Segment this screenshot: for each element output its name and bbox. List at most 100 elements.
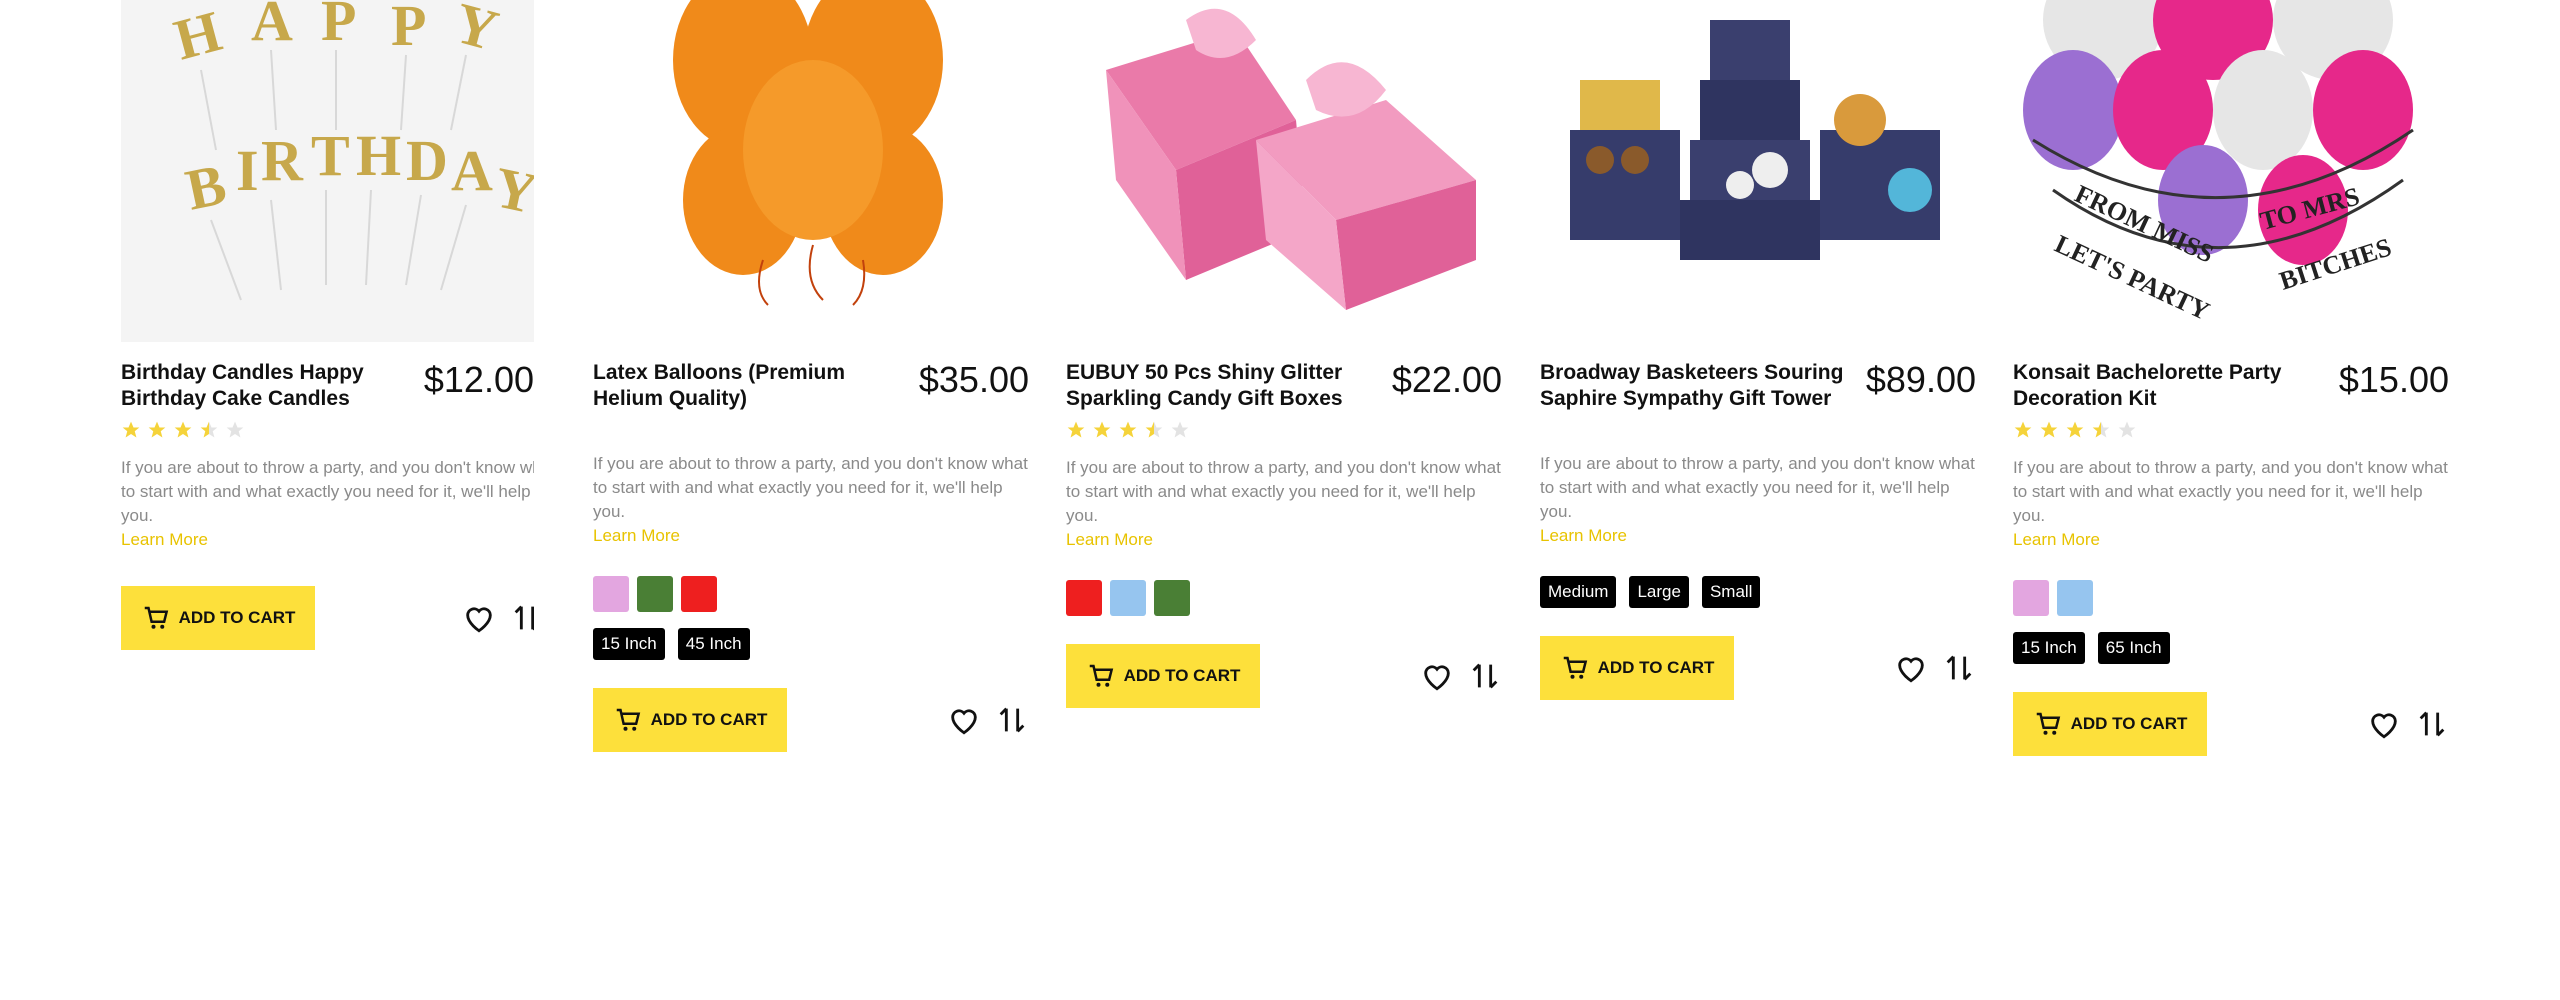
svg-text:H: H <box>356 123 401 188</box>
color-swatch-red[interactable] <box>681 576 717 612</box>
svg-text:T: T <box>311 123 350 188</box>
svg-text:P: P <box>321 0 356 53</box>
compare-icon[interactable] <box>2415 707 2449 741</box>
svg-text:D: D <box>406 128 448 193</box>
star-empty-icon <box>2118 421 2136 438</box>
pink-gift-boxes-image[interactable] <box>1066 0 1502 342</box>
product-description: If you are about to throw a party, and y… <box>1540 454 1975 521</box>
size-option[interactable]: Medium <box>1540 576 1617 608</box>
product-title[interactable]: Birthday Candles Happy Birthday Cake Can… <box>121 360 424 412</box>
learn-more-link[interactable]: Learn More <box>121 528 208 552</box>
add-to-cart-button[interactable]: ADD TO CART <box>1066 644 1260 708</box>
add-to-cart-label: ADD TO CART <box>1123 666 1241 685</box>
size-option[interactable]: 15 Inch <box>593 628 665 660</box>
add-to-cart-button[interactable]: ADD TO CART <box>121 586 315 650</box>
birthday-candles-image[interactable]: H A P P Y B I R T H D A Y <box>121 0 534 342</box>
product-card: Broadway Basketeers Souring Saphire Symp… <box>1540 0 1976 700</box>
product-price: $35.00 <box>918 359 1029 400</box>
product-card: H A P P Y B I R T H D A Y Birthday Candl… <box>121 0 534 650</box>
rating-stars <box>1066 420 1502 444</box>
product-row: H A P P Y B I R T H D A Y Birthday Candl… <box>0 0 2560 1000</box>
product-description: If you are about to throw a party, and y… <box>121 458 534 525</box>
add-to-cart-label: ADD TO CART <box>178 608 296 627</box>
heart-icon[interactable] <box>462 601 496 635</box>
product-price: $15.00 <box>2338 359 2449 400</box>
size-option[interactable]: 45 Inch <box>677 628 750 660</box>
size-option[interactable]: 15 Inch <box>2013 632 2085 664</box>
learn-more-link[interactable]: Learn More <box>2013 528 2100 552</box>
heart-icon[interactable] <box>947 703 981 737</box>
product-title[interactable]: Latex Balloons (Premium Helium Quality) <box>593 360 913 412</box>
product-price: $22.00 <box>1391 359 1502 400</box>
product-title[interactable]: Broadway Basketeers Souring Saphire Symp… <box>1540 360 1860 412</box>
add-to-cart-button[interactable]: ADD TO CART <box>593 688 787 752</box>
gift-tower-image[interactable] <box>1540 0 1976 342</box>
learn-more-link[interactable]: Learn More <box>1540 524 1627 548</box>
product-description: If you are about to throw a party, and y… <box>2013 458 2448 525</box>
product-price: $12.00 <box>423 359 534 400</box>
add-to-cart-button[interactable]: ADD TO CART <box>1540 636 1734 700</box>
add-to-cart-button[interactable]: ADD TO CART <box>2013 692 2207 756</box>
color-swatch-pink[interactable] <box>593 576 629 612</box>
star-full-icon <box>2040 421 2058 438</box>
size-option[interactable]: Large <box>1629 576 1689 608</box>
color-swatch-pink[interactable] <box>2013 580 2049 616</box>
cart-icon <box>2036 712 2060 735</box>
star-full-icon <box>174 421 192 438</box>
size-options: 15 Inch 65 Inch <box>2013 632 2449 664</box>
compare-icon[interactable] <box>995 703 1029 737</box>
star-half-icon <box>200 421 218 438</box>
color-swatches <box>593 576 1029 612</box>
size-option[interactable]: Small <box>1701 576 1761 608</box>
star-full-icon <box>2014 421 2032 438</box>
compare-icon[interactable] <box>510 601 534 635</box>
bachelorette-balloons-illustration: FROM MISS TO MRS LET'S PARTY BITCHES <box>2013 0 2449 342</box>
compare-icon[interactable] <box>1468 659 1502 693</box>
add-to-cart-label: ADD TO CART <box>1597 658 1715 677</box>
product-description: If you are about to throw a party, and y… <box>1066 458 1501 525</box>
star-full-icon <box>1119 421 1137 438</box>
pink-gift-boxes-illustration <box>1066 0 1502 342</box>
product-card: EUBUY 50 Pcs Shiny Glitter Sparkling Can… <box>1066 0 1502 708</box>
color-swatch-blue[interactable] <box>1110 580 1146 616</box>
cart-icon <box>616 708 640 731</box>
star-full-icon <box>148 421 166 438</box>
color-swatch-blue[interactable] <box>2057 580 2093 616</box>
heart-icon[interactable] <box>1420 659 1454 693</box>
product-title[interactable]: EUBUY 50 Pcs Shiny Glitter Sparkling Can… <box>1066 360 1386 412</box>
add-to-cart-label: ADD TO CART <box>650 710 768 729</box>
star-empty-icon <box>1171 421 1189 438</box>
cart-icon <box>1089 664 1113 687</box>
bachelorette-balloons-image[interactable]: FROM MISS TO MRS LET'S PARTY BITCHES <box>2013 0 2449 342</box>
svg-text:I: I <box>236 138 259 203</box>
size-options: Medium Large Small <box>1540 576 1976 608</box>
color-swatch-green[interactable] <box>1154 580 1190 616</box>
gift-tower-illustration <box>1540 0 1976 342</box>
cart-icon <box>144 606 168 629</box>
size-option[interactable]: 65 Inch <box>2097 632 2170 664</box>
product-title[interactable]: Konsait Bachelorette Party Decoration Ki… <box>2013 360 2333 412</box>
star-half-icon <box>2092 421 2110 438</box>
star-empty-icon <box>226 421 244 438</box>
heart-icon[interactable] <box>2367 707 2401 741</box>
rating-stars <box>2013 420 2449 444</box>
heart-icon[interactable] <box>1894 651 1928 685</box>
orange-balloons-image[interactable] <box>593 0 1029 342</box>
color-swatch-red[interactable] <box>1066 580 1102 616</box>
star-half-icon <box>1145 421 1163 438</box>
color-swatches <box>1066 580 1502 616</box>
svg-text:A: A <box>451 138 493 203</box>
product-description: If you are about to throw a party, and y… <box>593 454 1028 521</box>
rating-stars <box>121 420 534 444</box>
birthday-candles-illustration: H A P P Y B I R T H D A Y <box>121 0 534 342</box>
star-full-icon <box>1093 421 1111 438</box>
color-swatches <box>2013 580 2449 616</box>
compare-icon[interactable] <box>1942 651 1976 685</box>
learn-more-link[interactable]: Learn More <box>1066 528 1153 552</box>
color-swatch-green[interactable] <box>637 576 673 612</box>
learn-more-link[interactable]: Learn More <box>593 524 680 548</box>
svg-text:R: R <box>261 128 304 193</box>
product-price: $89.00 <box>1865 359 1976 400</box>
product-card: FROM MISS TO MRS LET'S PARTY BITCHES Kon… <box>2013 0 2449 756</box>
product-card: Latex Balloons (Premium Helium Quality) … <box>593 0 1029 752</box>
